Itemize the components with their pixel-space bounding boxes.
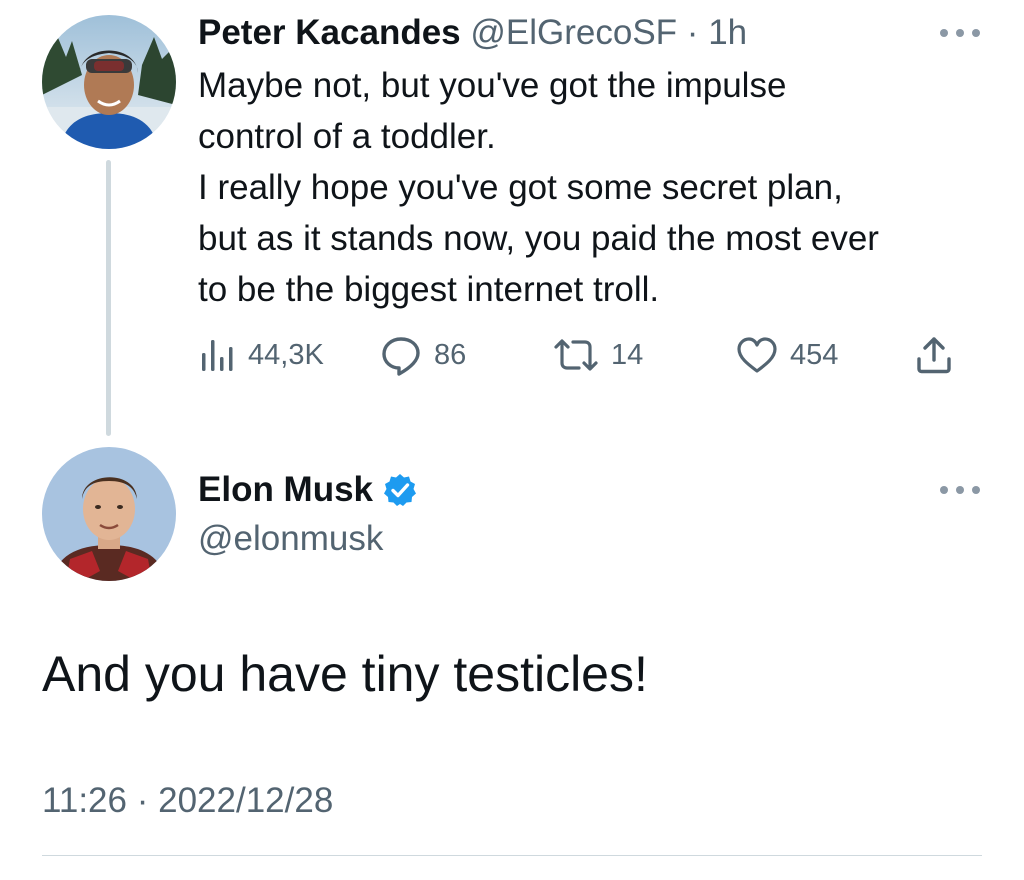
main-tweet-text: And you have tiny testicles! <box>42 646 648 702</box>
reply-time[interactable]: 1h <box>708 13 747 52</box>
reply-icon <box>382 337 420 376</box>
reply-separator: · <box>686 13 699 52</box>
timestamp-separator: · <box>136 781 149 820</box>
more-icon[interactable] <box>940 27 980 39</box>
reply-action-bar: 44,3K 86 14 454 <box>198 330 968 380</box>
avatar[interactable] <box>42 447 176 581</box>
reply-text: Maybe not, but you've got the impulse co… <box>198 60 998 315</box>
main-handle[interactable]: @elonmusk <box>198 518 383 560</box>
reply-header: Peter Kacandes @ElGrecoSF · 1h <box>198 12 747 54</box>
reply-button[interactable]: 86 <box>380 330 466 380</box>
reply-count: 86 <box>434 338 467 371</box>
reply-text-line: to be the biggest internet troll. <box>198 270 660 309</box>
divider <box>42 855 982 856</box>
tweet-date: 2022/12/28 <box>158 781 334 820</box>
reply-display-name[interactable]: Peter Kacandes <box>198 13 461 52</box>
reply-text-line: but as it stands now, you paid the most … <box>198 219 879 258</box>
views-button[interactable]: 44,3K <box>198 330 324 380</box>
avatar[interactable] <box>42 15 176 149</box>
like-icon <box>737 337 777 373</box>
reply-text-line: I really hope you've got some secret pla… <box>198 168 843 207</box>
main-display-name[interactable]: Elon Musk <box>198 469 373 511</box>
like-count: 454 <box>790 338 839 371</box>
verified-badge-icon <box>384 474 417 506</box>
retweet-button[interactable]: 14 <box>553 330 643 380</box>
tweet-timestamp[interactable]: 11:26 · 2022/12/28 <box>42 779 333 823</box>
like-button[interactable]: 454 <box>736 330 838 380</box>
reply-handle[interactable]: @ElGrecoSF <box>470 13 677 52</box>
retweet-count: 14 <box>611 338 644 371</box>
more-icon[interactable] <box>940 484 980 496</box>
retweet-icon <box>554 339 598 371</box>
main-author: Elon Musk <box>198 469 417 511</box>
thread-line <box>106 160 111 436</box>
share-button[interactable] <box>914 330 954 380</box>
reply-text-line: control of a toddler. <box>198 117 496 156</box>
share-icon <box>917 337 951 374</box>
views-count: 44,3K <box>248 338 324 371</box>
reply-text-line: Maybe not, but you've got the impulse <box>198 66 787 105</box>
views-icon <box>202 340 233 371</box>
tweet-time: 11:26 <box>42 781 127 820</box>
